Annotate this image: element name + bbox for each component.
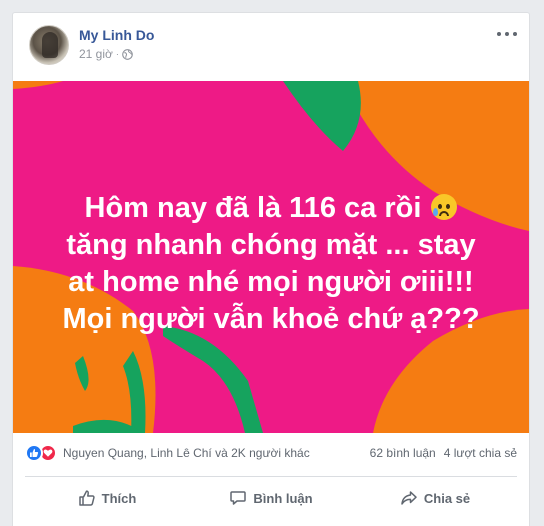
share-button[interactable]: Chia sẻ	[353, 479, 517, 517]
reaction-icons[interactable]	[25, 444, 57, 462]
meta-separator: ·	[115, 49, 119, 59]
action-bar: Thích Bình luận Chia sẻ	[25, 479, 517, 517]
like-button[interactable]: Thích	[25, 479, 189, 517]
comment-label: Bình luận	[253, 490, 313, 506]
thumbs-up-icon	[78, 490, 95, 506]
author-name[interactable]: My Linh Do	[79, 27, 154, 43]
share-count[interactable]: 4 lượt chia sẻ	[444, 446, 517, 460]
post-text-line-1: Hôm nay đã là 116 ca rồi	[33, 190, 509, 227]
post-card: My Linh Do 21 giờ · Hôm nay đã là 116 ca…	[12, 12, 530, 526]
post-header: My Linh Do 21 giờ ·	[13, 13, 529, 81]
engagement-counts: 62 bình luận 4 lượt chia sẻ	[370, 446, 517, 460]
reactions-bar: Nguyen Quang, Linh Lê Chí và 2K người kh…	[13, 433, 529, 473]
avatar[interactable]	[29, 25, 69, 65]
crying-face-icon	[431, 194, 458, 220]
comment-icon	[230, 491, 247, 505]
more-options-icon[interactable]	[497, 27, 517, 41]
like-label: Thích	[101, 490, 137, 506]
comment-button[interactable]: Bình luận	[189, 479, 353, 517]
post-time[interactable]: 21 giờ	[79, 47, 113, 61]
globe-icon[interactable]	[122, 48, 133, 60]
divider	[25, 476, 517, 477]
post-image[interactable]: Hôm nay đã là 116 ca rồi tăng nhanh chón…	[13, 81, 529, 433]
share-arrow-icon	[401, 491, 417, 505]
post-text-line-2: tăng nhanh chóng mặt ... stay	[66, 229, 476, 261]
post-meta: 21 giờ ·	[79, 47, 133, 61]
post-text-line-3: at home nhé mọi người ơiii!!!	[68, 266, 474, 298]
like-reaction-icon[interactable]	[25, 444, 43, 462]
share-label: Chia sẻ	[423, 490, 471, 506]
reaction-names[interactable]: Nguyen Quang, Linh Lê Chí và 2K người kh…	[63, 446, 310, 460]
post-text-line-4: Mọi người vẫn khoẻ chứ ạ???	[62, 303, 480, 335]
comment-count[interactable]: 62 bình luận	[370, 446, 436, 460]
post-text: Hôm nay đã là 116 ca rồi tăng nhanh chón…	[13, 190, 529, 338]
